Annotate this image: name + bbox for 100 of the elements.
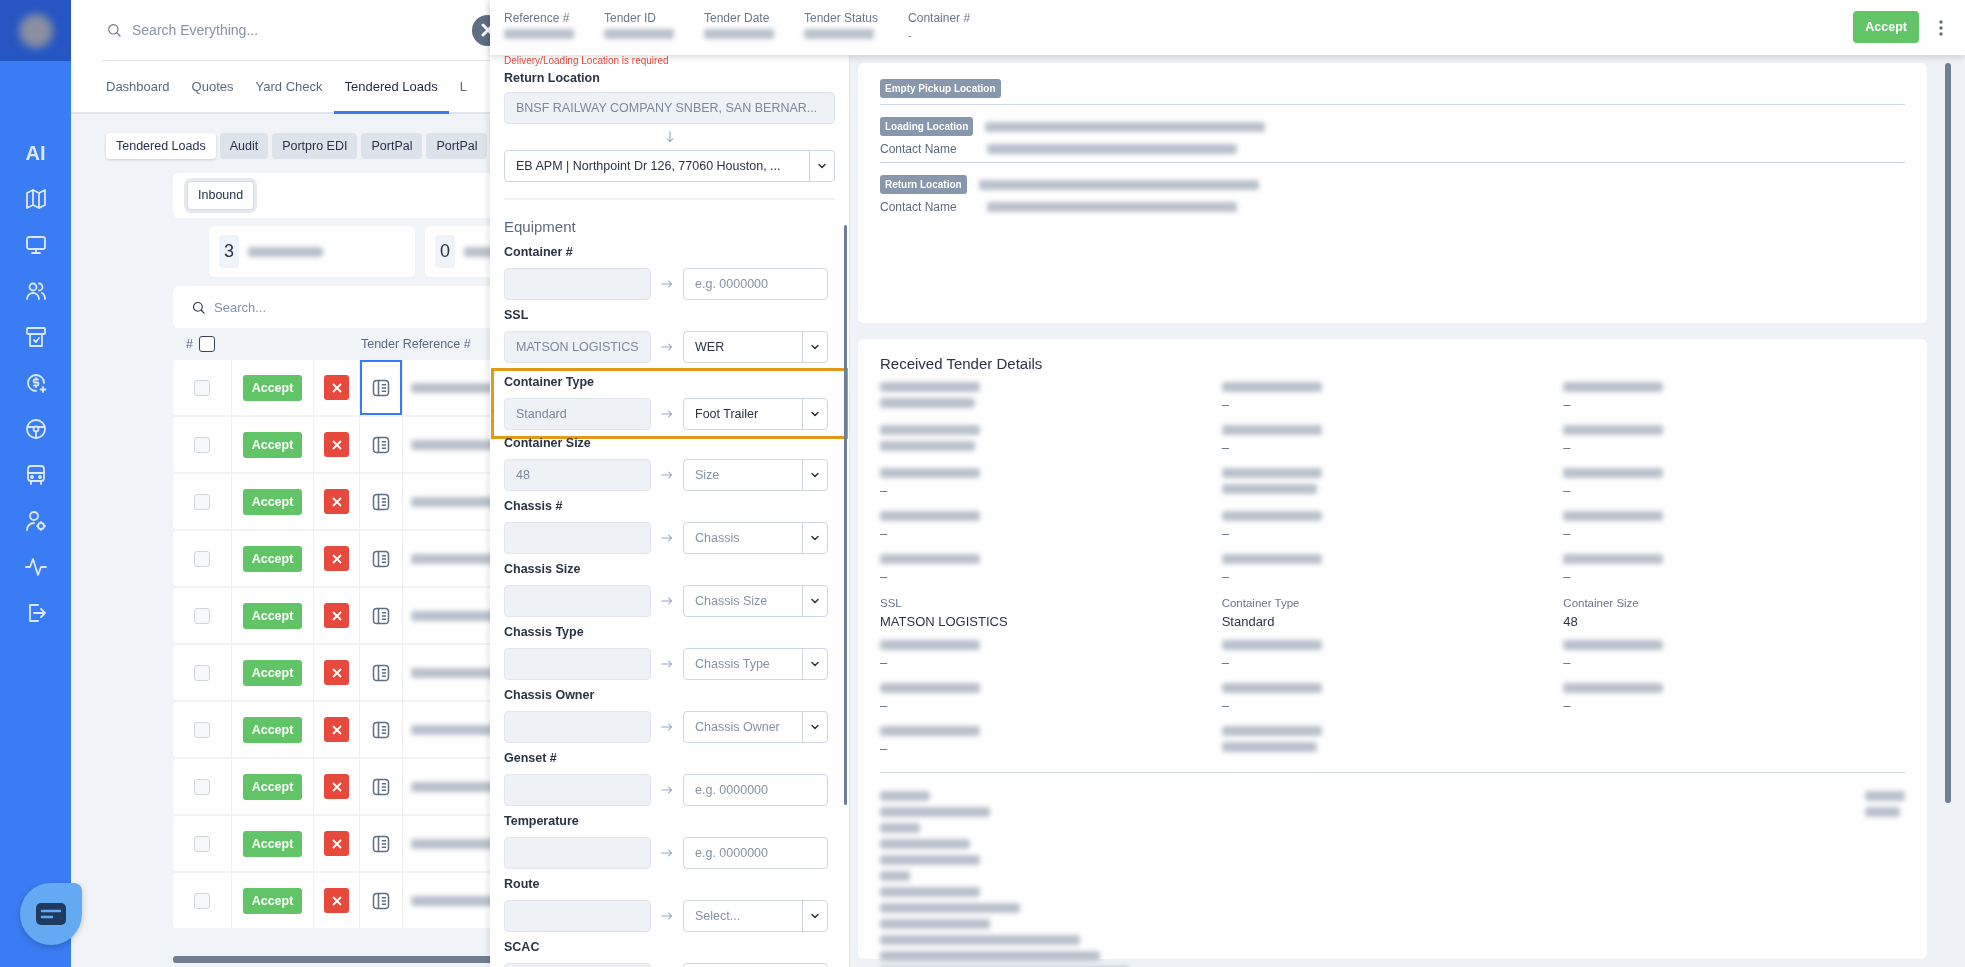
close-icon [331,724,342,735]
reject-button[interactable] [324,375,349,400]
redacted-text [704,29,774,39]
accept-button[interactable]: Accept [1853,11,1919,43]
receipt-icon[interactable] [23,325,48,349]
map-icon[interactable] [23,187,48,211]
field-label: Chassis Size [504,562,582,576]
field-label: Chassis Owner [504,688,596,702]
table-search-field[interactable]: Search... [173,286,490,328]
nav-tab[interactable]: Dashboard [95,62,181,114]
field-label: Reference # [504,11,571,25]
user-settings-icon[interactable] [23,509,48,533]
accept-button[interactable]: Accept [242,431,303,458]
accept-button[interactable]: Accept [242,773,303,800]
steering-wheel-icon[interactable] [23,417,48,441]
accept-button[interactable]: Accept [242,374,303,401]
sub-tab[interactable]: PortPal [426,133,488,159]
readonly-field: Standard [504,398,651,430]
field-value: – [1563,699,1572,712]
field-label: Tender ID [604,11,658,25]
readonly-field: BNSF RAILWAY COMPANY SNBER, SAN BERNAR... [504,92,835,124]
checkbox[interactable] [198,336,215,352]
field-value: – [1563,656,1572,669]
filter-button[interactable]: Inbound [187,181,255,210]
sub-tab[interactable]: Portpro EDI [272,133,358,159]
input-field[interactable]: e.g. 0000000 [683,774,828,806]
nav-tab[interactable]: L [448,62,478,114]
document-button[interactable] [360,360,402,415]
select-field[interactable]: Chassis [683,522,828,554]
sub-tab[interactable]: Tendered Loads [106,133,216,159]
sub-tab[interactable]: Audit [219,133,269,159]
nav-tab[interactable]: Tendered Loads [333,62,449,114]
more-icon [1939,20,1943,36]
select-field[interactable]: EB APM | Northpoint Dr 126, 77060 Houston, ... [504,150,835,182]
accept-button[interactable]: Accept [242,545,303,572]
accept-button[interactable]: Accept [242,830,303,857]
input-field[interactable]: e.g. 0000000 [683,268,828,300]
close-icon [331,895,342,906]
accept-button[interactable]: Accept [242,602,303,629]
document-icon [371,776,391,797]
scrollbar[interactable] [173,956,490,963]
select-field[interactable]: Select... [683,900,828,932]
field-value: MATSON LOGISTICS [880,615,1009,628]
reject-button[interactable] [324,831,349,856]
field-value: – [880,699,889,712]
field-value: Standard [1221,615,1276,628]
redacted-text [880,871,910,881]
field-label: Container Type [1221,597,1301,609]
field-value: – [1563,484,1572,497]
section-title: Equipment [504,218,577,235]
chat-button[interactable] [20,883,82,945]
close-icon [331,382,342,393]
accept-button[interactable]: Accept [242,716,303,743]
error-message: Delivery/Loading Location is required [504,55,670,67]
field-label: Contact Name [880,142,957,156]
reject-button[interactable] [324,717,349,742]
close-icon [331,667,342,678]
field-label: Return Location [504,71,601,85]
select-field[interactable]: Chassis Size [683,585,828,617]
reject-button[interactable] [324,660,349,685]
reject-button[interactable] [324,432,349,457]
activity-icon[interactable] [23,555,48,579]
document-icon [371,833,391,854]
accept-button[interactable]: Accept [242,488,303,515]
close-icon [331,610,342,621]
document-icon [371,548,391,569]
scrollbar[interactable] [844,225,847,805]
reject-button[interactable] [324,603,349,628]
reject-button[interactable] [324,888,349,913]
accept-button[interactable]: Accept [242,659,303,686]
scrollbar[interactable] [1945,63,1951,803]
field-label: Genset # [504,751,558,765]
close-icon [331,838,342,849]
redacted-text [880,791,930,801]
field-value: – [1221,699,1230,712]
nav-tab[interactable]: Quotes [180,62,245,114]
field-value: – [1563,441,1572,454]
select-field[interactable]: Chassis Owner [683,711,828,743]
select-field[interactable]: Size [683,459,828,491]
sidebar-item[interactable]: AI [21,139,50,167]
reject-button[interactable] [324,546,349,571]
field-label: Chassis # [504,499,564,513]
document-icon [371,719,391,740]
select-field[interactable]: WER [683,331,828,363]
select-field[interactable]: Chassis Type [683,648,828,680]
select-field[interactable]: Foot Trailer [683,398,828,430]
reject-button[interactable] [324,489,349,514]
accept-button[interactable]: Accept [242,887,303,914]
field-label: Container Type [504,375,596,389]
sub-tab[interactable]: PortPal [361,133,423,159]
monitor-icon[interactable] [23,233,48,257]
field-value: – [1221,570,1230,583]
location-tag: Return Location [880,175,967,194]
redacted-text [1865,807,1900,817]
field-label: Route [504,877,541,891]
stat-count: 3 [219,235,239,268]
nav-tab[interactable]: Yard Check [244,62,334,114]
input-field[interactable]: e.g. 0000000 [683,837,828,869]
close-icon [331,553,342,564]
reject-button[interactable] [324,774,349,799]
